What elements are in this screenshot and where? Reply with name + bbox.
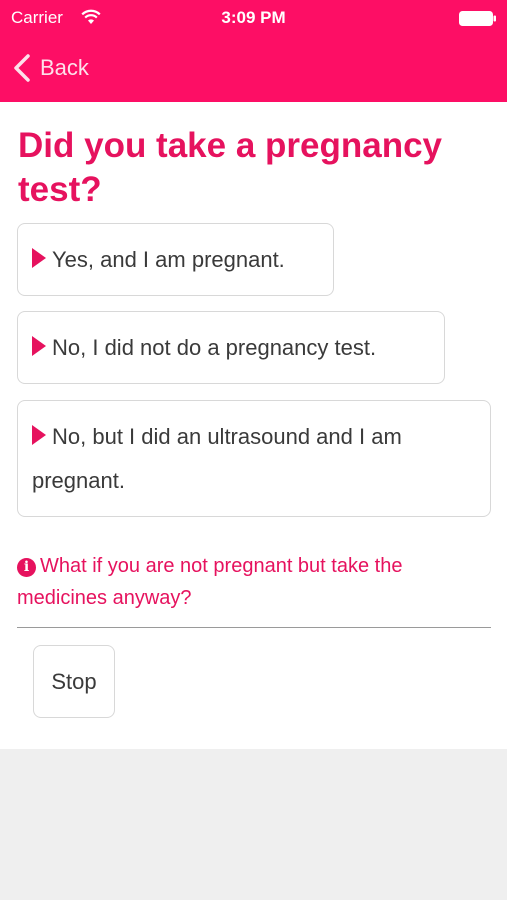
info-icon: i <box>17 558 36 577</box>
option-yes-pregnant[interactable]: Yes, and I am pregnant. <box>17 223 334 296</box>
option-label: No, I did not do a pregnancy test. <box>52 335 377 360</box>
caret-right-icon <box>32 248 46 268</box>
option-text: Yes, and I am pregnant. <box>32 238 319 282</box>
divider <box>17 627 491 628</box>
screen: Carrier 3:09 PM Back Did you take a preg… <box>0 0 507 900</box>
option-label: Yes, and I am pregnant. <box>52 247 285 272</box>
caret-right-icon <box>32 425 46 445</box>
content-panel: Did you take a pregnancy test? Yes, and … <box>0 102 507 749</box>
back-label: Back <box>40 55 89 80</box>
chevron-left-icon <box>14 54 30 82</box>
page-title: Did you take a pregnancy test? <box>18 126 443 209</box>
battery-icon <box>459 11 496 26</box>
clock: 3:09 PM <box>221 8 286 27</box>
info-text: What if you are not pregnant but take th… <box>17 555 403 609</box>
option-no-test[interactable]: No, I did not do a pregnancy test. <box>17 311 445 384</box>
caret-right-icon <box>32 336 46 356</box>
option-label: No, but I did an ultrasound and I am pre… <box>32 424 402 493</box>
option-text: No, I did not do a pregnancy test. <box>32 326 430 370</box>
info-link[interactable]: i What if you are not pregnant but take t… <box>17 550 487 614</box>
status-bar: Carrier 3:09 PM <box>0 0 507 36</box>
option-ultrasound-pregnant[interactable]: No, but I did an ultrasound and I am pre… <box>17 400 491 517</box>
back-button[interactable]: Back <box>10 50 89 86</box>
stop-button[interactable]: Stop <box>33 645 115 718</box>
option-text: No, but I did an ultrasound and I am pre… <box>32 415 476 503</box>
top-bar: Carrier 3:09 PM Back <box>0 0 507 102</box>
stop-label: Stop <box>51 668 97 694</box>
